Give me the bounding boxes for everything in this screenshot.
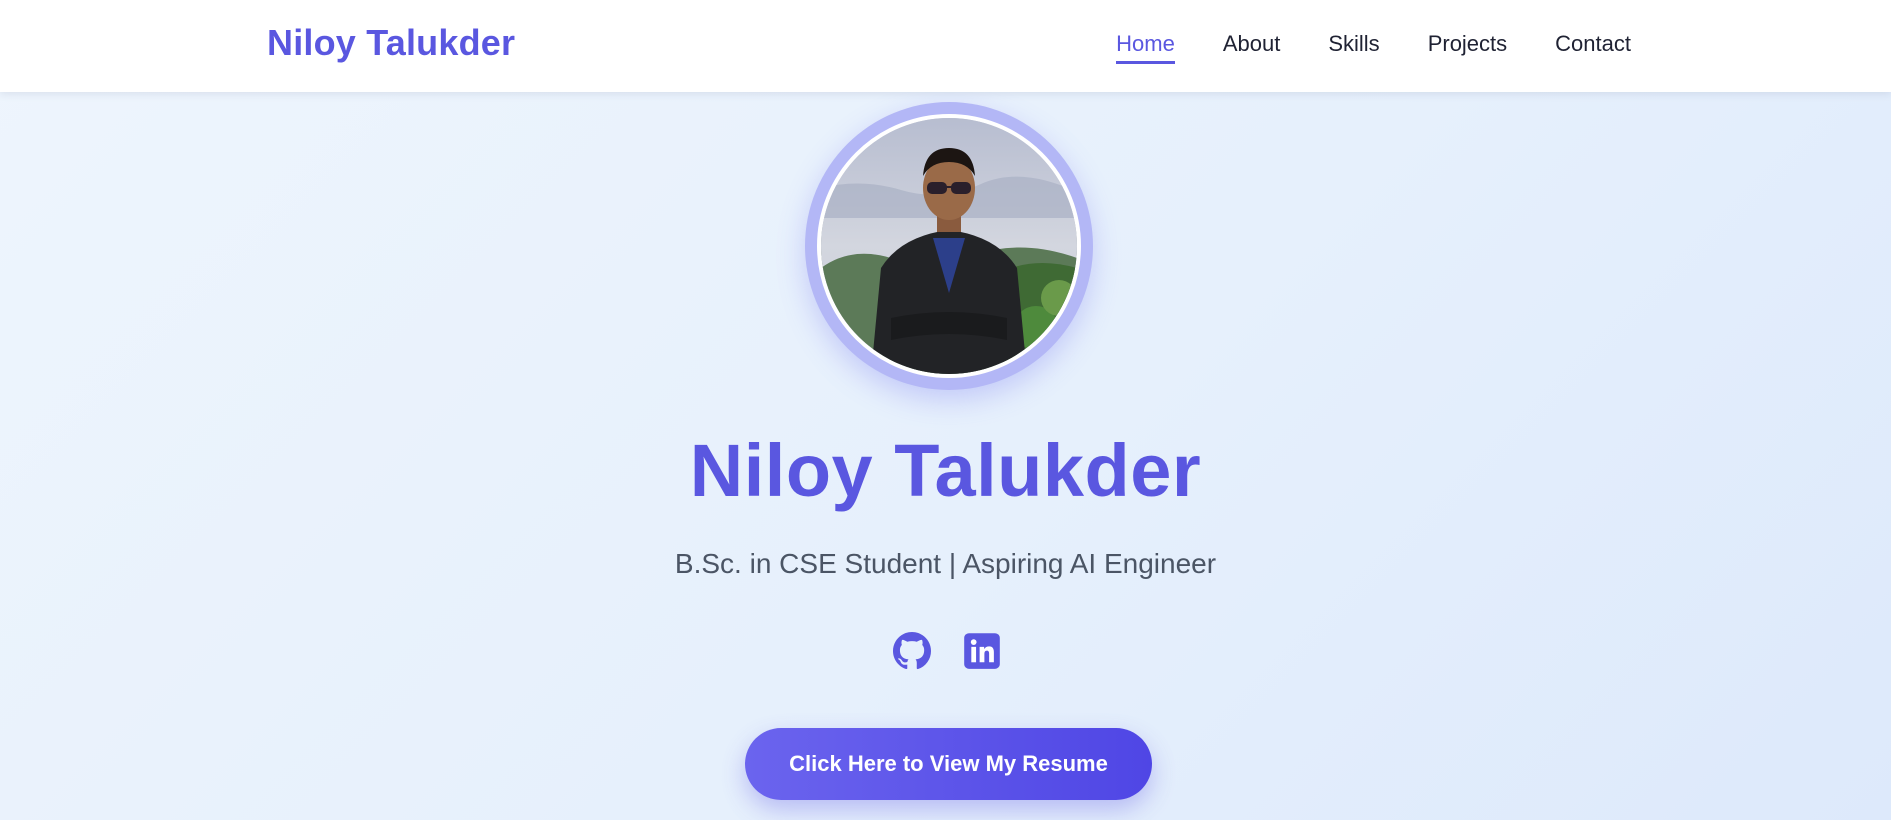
nav-links: Home About Skills Projects Contact (1116, 31, 1631, 64)
nav-link-skills[interactable]: Skills (1328, 31, 1379, 64)
github-link[interactable] (893, 632, 931, 670)
brand-logo[interactable]: Niloy Talukder (267, 22, 515, 64)
social-links (893, 632, 1001, 670)
view-resume-button[interactable]: Click Here to View My Resume (745, 728, 1152, 800)
github-icon (893, 632, 931, 670)
profile-photo-ring (805, 102, 1093, 390)
hero-subtitle: B.Sc. in CSE Student | Aspiring AI Engin… (674, 548, 1217, 579)
navbar: Niloy Talukder Home About Skills Project… (0, 0, 1891, 92)
nav-link-projects[interactable]: Projects (1428, 31, 1507, 64)
linkedin-link[interactable] (963, 632, 1001, 670)
nav-link-home[interactable]: Home (1116, 31, 1175, 64)
profile-photo-illustration (821, 118, 1077, 374)
hero-section: Niloy Talukder B.Sc. in CSE Student | As… (0, 0, 1891, 820)
linkedin-icon (964, 633, 1000, 669)
nav-link-contact[interactable]: Contact (1555, 31, 1631, 64)
hero-name: Niloy Talukder (689, 429, 1202, 512)
nav-link-about[interactable]: About (1223, 31, 1281, 64)
profile-photo (817, 114, 1081, 378)
